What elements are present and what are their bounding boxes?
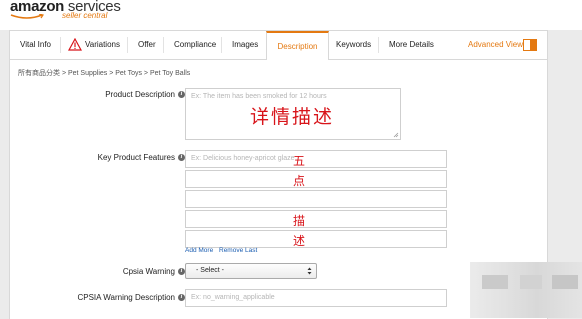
product-description-placeholder: Ex: The item has been smoked for 12 hour…: [191, 93, 327, 100]
amazon-smile-icon: [10, 14, 44, 19]
overlay-annotation-char: 描: [293, 214, 306, 228]
key-feature-input-2[interactable]: 点: [185, 170, 447, 188]
blurred-region: [470, 262, 582, 318]
logo-brand: amazon: [10, 0, 65, 15]
key-feature-input-5[interactable]: 述: [185, 230, 447, 248]
advanced-view-toggle[interactable]: [523, 39, 537, 51]
breadcrumb: 所有商品分类 > Pet Supplies > Pet Toys > Pet T…: [18, 70, 191, 77]
blurred-block: [482, 275, 508, 289]
overlay-annotation-char: 述: [293, 234, 306, 248]
tab-divider: [60, 37, 61, 53]
tab-divider: [378, 37, 379, 53]
tab-description[interactable]: Description: [266, 31, 329, 60]
tab-more-details[interactable]: More Details: [389, 31, 434, 59]
blurred-block: [520, 275, 542, 289]
cpsia-description-placeholder: Ex: no_warning_applicable: [191, 294, 275, 301]
header: amazon services seller central: [0, 0, 582, 30]
add-more-link[interactable]: Add More: [185, 247, 213, 254]
key-feature-input-4[interactable]: 描: [185, 210, 447, 228]
info-icon[interactable]: i: [178, 154, 185, 162]
key-feature-input-1[interactable]: Ex: Delicious honey-apricot glaze 五: [185, 150, 447, 168]
tab-divider: [163, 37, 164, 53]
cpsia-warning-selected: - Select -: [196, 267, 225, 274]
resize-handle-icon[interactable]: [393, 132, 399, 138]
tab-bar: Vital Info Variations Offer Compliance I…: [10, 31, 547, 60]
tab-compliance[interactable]: Compliance: [174, 31, 216, 59]
product-form-panel: Vital Info Variations Offer Compliance I…: [9, 30, 548, 319]
overlay-annotation-detail: 详情描述: [250, 106, 335, 128]
remove-last-link[interactable]: Remove Last: [219, 247, 257, 254]
cpsia-description-label: CPSIA Warning Description i: [77, 293, 185, 302]
dropdown-arrow-icon: [307, 267, 312, 275]
product-description-label: Product Description i: [105, 90, 185, 99]
info-icon[interactable]: i: [178, 91, 185, 99]
tab-keywords[interactable]: Keywords: [336, 31, 371, 59]
tab-images[interactable]: Images: [232, 31, 258, 59]
overlay-annotation-char: 五: [293, 154, 306, 168]
tab-variations[interactable]: Variations: [85, 31, 120, 59]
toggle-icon: [530, 40, 536, 50]
tab-divider: [127, 37, 128, 53]
blurred-block: [552, 275, 578, 289]
cpsia-description-input[interactable]: Ex: no_warning_applicable: [185, 289, 447, 307]
cpsia-warning-label-text: Cpsia Warning: [122, 267, 175, 276]
cpsia-warning-select[interactable]: - Select -: [185, 263, 317, 279]
key-features-label: Key Product Features i: [98, 153, 185, 162]
key-feature-input-3[interactable]: [185, 190, 447, 208]
cpsia-warning-label: Cpsia Warning i: [123, 267, 185, 276]
product-description-textarea[interactable]: Ex: The item has been smoked for 12 hour…: [185, 88, 401, 140]
info-icon[interactable]: i: [178, 268, 185, 276]
key-features-label-text: Key Product Features: [97, 153, 175, 162]
key-feature-placeholder: Ex: Delicious honey-apricot glaze: [191, 155, 295, 162]
amazon-services-logo[interactable]: amazon services seller central: [10, 0, 121, 20]
tab-divider: [221, 37, 222, 53]
warning-icon: [68, 38, 82, 51]
info-icon[interactable]: i: [178, 294, 185, 302]
logo-subtitle: seller central: [62, 11, 108, 20]
cpsia-description-label-text: CPSIA Warning Description: [77, 293, 175, 302]
product-description-label-text: Product Description: [105, 90, 175, 99]
advanced-view-label[interactable]: Advanced View: [468, 31, 523, 59]
tab-offer[interactable]: Offer: [138, 31, 156, 59]
tab-vital-info[interactable]: Vital Info: [20, 31, 51, 59]
overlay-annotation-char: 点: [293, 174, 306, 188]
